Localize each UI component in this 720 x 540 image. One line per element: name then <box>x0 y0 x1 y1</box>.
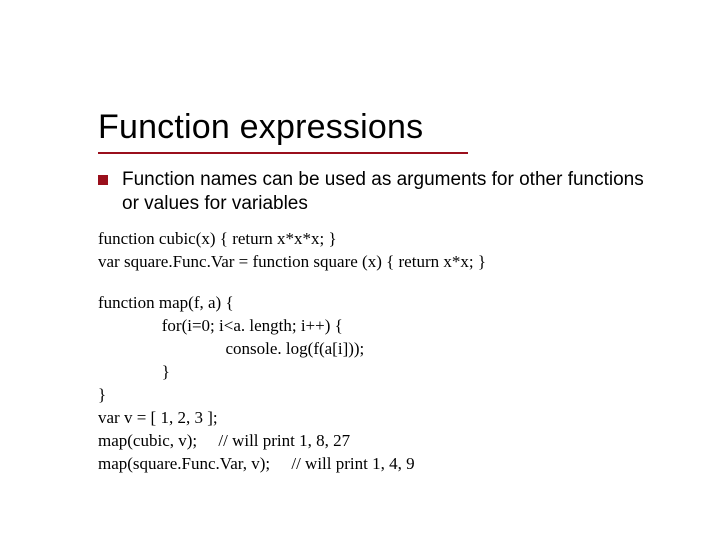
code-line: function cubic(x) { return x*x*x; } <box>98 229 337 248</box>
title-underline <box>98 152 468 154</box>
bullet-item: Function names can be used as arguments … <box>98 168 658 216</box>
slide-body: Function names can be used as arguments … <box>98 168 658 226</box>
code-line: var square.Func.Var = function square (x… <box>98 252 486 271</box>
code-line: var v = [ 1, 2, 3 ]; <box>98 408 218 427</box>
code-line: for(i=0; i<a. length; i++) { <box>98 316 343 335</box>
bullet-text: Function names can be used as arguments … <box>122 168 658 216</box>
code-block-2: function map(f, a) { for(i=0; i<a. lengt… <box>98 292 658 476</box>
square-bullet-icon <box>98 175 108 185</box>
code-line: function map(f, a) { <box>98 293 234 312</box>
code-line: map(cubic, v); // will print 1, 8, 27 <box>98 431 350 450</box>
code-line: } <box>98 362 170 381</box>
code-block-1: function cubic(x) { return x*x*x; } var … <box>98 228 658 274</box>
code-line: map(square.Func.Var, v); // will print 1… <box>98 454 415 473</box>
slide: Function expressions Function names can … <box>0 0 720 540</box>
code-line: } <box>98 385 106 404</box>
slide-title: Function expressions <box>98 108 423 147</box>
title-wrap: Function expressions <box>98 108 423 147</box>
code-line: console. log(f(a[i])); <box>98 339 364 358</box>
